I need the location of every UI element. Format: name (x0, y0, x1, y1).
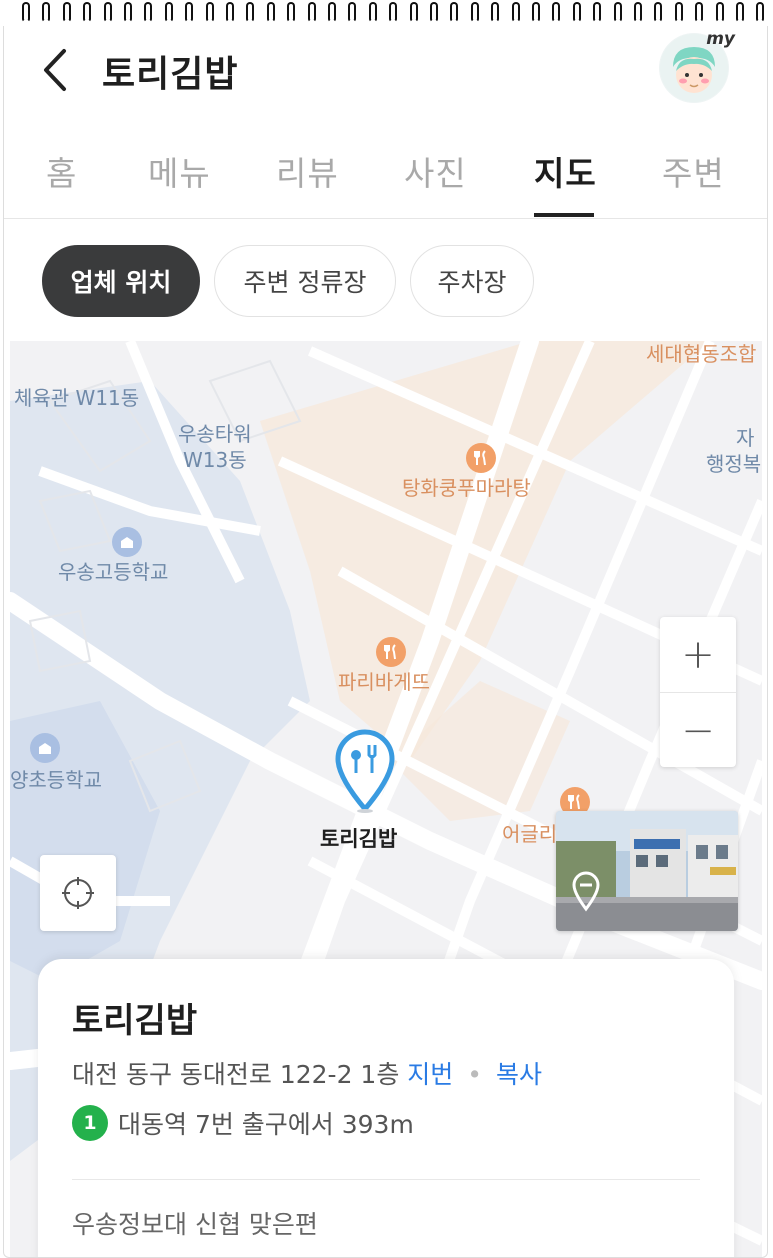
nearest-station-row: 1 대동역 7번 출구에서 393m (72, 1105, 414, 1141)
chip-parking[interactable]: 주차장 (410, 245, 534, 317)
tab-home[interactable]: 홈 (46, 147, 77, 195)
copy-address-link[interactable]: 복사 (496, 1060, 542, 1089)
binding-ring (674, 2, 683, 22)
tab-nearby[interactable]: 주변 (662, 147, 725, 195)
zoom-in-button[interactable]: + (660, 617, 736, 692)
binding-ring (226, 2, 234, 22)
binding-ring (22, 2, 30, 22)
map-label-gym: 체육관 W11동 (14, 386, 140, 410)
binding-ring (430, 2, 438, 22)
binding-ring (389, 2, 398, 22)
map-label-admin-line2: 행정복 (706, 452, 762, 476)
card-divider (72, 1179, 700, 1180)
active-tab-indicator (534, 213, 594, 217)
elementary-school-poi-icon[interactable] (30, 733, 60, 763)
jibun-address-link[interactable]: 지번 (407, 1060, 453, 1089)
chip-store-location[interactable]: 업체 위치 (42, 245, 200, 317)
restaurant-poi-icon[interactable] (466, 443, 496, 473)
binding-ring (368, 2, 377, 22)
map-label-highschool: 우송고등학교 (58, 560, 169, 584)
bakery-poi-icon[interactable] (376, 637, 406, 667)
binding-ring (613, 2, 622, 22)
map-label-tower: 우송타워 W13동 (178, 421, 252, 473)
binding-ring (287, 2, 296, 22)
tab-photos[interactable]: 사진 (404, 147, 467, 195)
binding-ring (307, 2, 316, 22)
binding-ring (124, 2, 132, 22)
place-address: 대전 동구 동대전로 122-2 1층 (72, 1060, 400, 1089)
crosshair-icon (62, 877, 94, 909)
tab-reviews[interactable]: 리뷰 (276, 147, 339, 195)
binding-ring (491, 2, 500, 22)
place-name: 토리김밥 (72, 1001, 198, 1041)
binding-ring (164, 2, 173, 22)
station-distance: 대동역 7번 출구에서 393m (118, 1110, 414, 1139)
binding-ring (572, 2, 581, 22)
binding-ring (328, 2, 336, 22)
binding-ring (42, 2, 51, 22)
binding-ring (634, 2, 642, 22)
store-location-pin-icon[interactable] (332, 727, 398, 813)
chip-nearby-stops[interactable]: 주변 정류장 (214, 245, 396, 317)
map-label-tower-line2: W13동 (182, 448, 247, 472)
avatar[interactable]: my (659, 29, 735, 103)
street-view-image (556, 811, 738, 931)
street-view-thumbnail[interactable] (556, 811, 738, 931)
store-pin-label: 토리김밥 (320, 827, 398, 851)
spiral-binding (0, 0, 773, 26)
map-label-admin-line1: 자 (736, 426, 755, 450)
binding-ring (185, 2, 194, 22)
binding-ring (715, 2, 724, 22)
binding-ring (470, 2, 479, 22)
binding-ring (409, 2, 418, 22)
zoom-out-button[interactable]: − (660, 693, 736, 768)
binding-ring (266, 2, 275, 22)
location-filter-chips: 업체 위치 주변 정류장 주차장 (4, 241, 767, 321)
map-label-restaurant-2: 어글리 (502, 822, 558, 846)
binding-ring (205, 2, 214, 22)
avatar-my-label: my (706, 29, 735, 49)
binding-ring (736, 2, 744, 22)
binding-ring (654, 2, 663, 22)
place-info-card: 토리김밥 대전 동구 동대전로 122-2 1층 지번 • 복사 1 대동역 7… (38, 959, 734, 1257)
map-label-tower-line1: 우송타워 (178, 422, 252, 446)
subway-line-badge: 1 (72, 1105, 108, 1141)
app-screen: 토리김밥 my 홈 메뉴 리뷰 사진 지도 주변 업체 위치 주변 정류장 주차… (3, 14, 768, 1258)
binding-ring (83, 2, 92, 22)
tab-menu[interactable]: 메뉴 (148, 147, 211, 195)
chevron-left-icon (44, 49, 66, 91)
binding-ring (450, 2, 459, 22)
school-poi-icon[interactable] (112, 527, 142, 557)
map-label-bakery: 파리바게뜨 (338, 670, 430, 694)
binding-ring (246, 2, 255, 22)
binding-ring (756, 2, 765, 22)
binding-ring (348, 2, 357, 22)
place-address-row: 대전 동구 동대전로 122-2 1층 지번 • 복사 (72, 1055, 542, 1091)
binding-ring (532, 2, 540, 22)
binding-ring (552, 2, 561, 22)
address-separator: • (467, 1060, 483, 1089)
header: 토리김밥 my (4, 15, 767, 125)
map-label-restaurant-1: 탕화쿵푸마라탕 (402, 476, 531, 500)
binding-ring (103, 2, 112, 22)
tab-bar: 홈 메뉴 리뷰 사진 지도 주변 (4, 133, 767, 219)
location-note: 우송정보대 신협 맞은편 (72, 1210, 318, 1239)
tab-map[interactable]: 지도 (534, 147, 597, 195)
binding-ring (695, 2, 704, 22)
current-location-button[interactable] (40, 855, 116, 931)
map-label-top-cut: 세대협동조합 (646, 342, 757, 366)
page-title: 토리김밥 (102, 54, 239, 95)
binding-ring (144, 2, 153, 22)
map-label-elementary: 양초등학교 (10, 768, 102, 792)
map-label-admin: 자 행정복 (706, 425, 761, 477)
binding-ring (511, 2, 520, 22)
binding-ring (593, 2, 602, 22)
back-button[interactable] (38, 45, 74, 95)
binding-ring (62, 2, 71, 22)
zoom-controls: + − (660, 617, 736, 767)
